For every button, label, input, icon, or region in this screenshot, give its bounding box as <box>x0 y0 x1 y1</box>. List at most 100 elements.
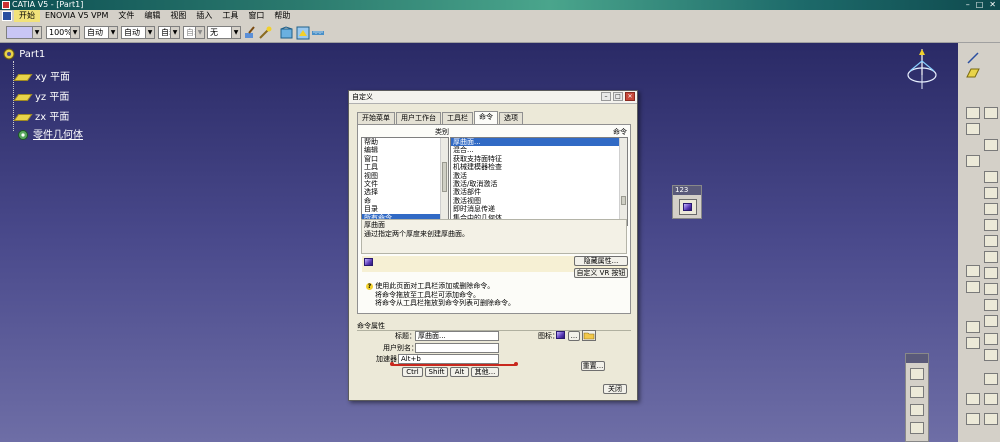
hide-properties-button[interactable]: 隐藏属性... <box>574 256 628 266</box>
layer-select[interactable]: 自动 ▼ <box>158 26 180 39</box>
thread-icon[interactable] <box>984 299 998 311</box>
shaft-icon[interactable] <box>984 139 998 151</box>
list-item[interactable]: 视图 <box>362 172 448 180</box>
categories-scrollbar[interactable] <box>440 138 448 225</box>
menu-start[interactable]: 开始 <box>14 10 40 22</box>
stiffener-icon[interactable] <box>984 219 998 231</box>
tool-button-2[interactable] <box>910 386 924 398</box>
maximize-button[interactable]: □ <box>976 0 984 10</box>
linetype-select[interactable]: 自动 ▼ <box>84 26 118 39</box>
shift-button[interactable]: Shift <box>425 367 448 377</box>
dialog-minimize-button[interactable]: – <box>601 92 611 101</box>
list-item[interactable]: 目录 <box>362 205 448 213</box>
menu-insert[interactable]: 插入 <box>191 10 217 22</box>
list-item[interactable]: 获取支持面特征 <box>451 155 627 163</box>
tab-toolbars[interactable]: 工具栏 <box>442 112 473 124</box>
measure-icon[interactable] <box>311 26 325 40</box>
pad-icon[interactable] <box>984 107 998 119</box>
list-item[interactable]: 选择 <box>362 188 448 196</box>
zoom-select[interactable]: 100% ▼ <box>46 26 80 39</box>
tab-options[interactable]: 选项 <box>499 112 523 124</box>
list-item[interactable]: 工具 <box>362 163 448 171</box>
paint-brush-icon[interactable] <box>243 26 257 40</box>
tab-commands[interactable]: 命令 <box>474 111 498 124</box>
floating-toolbar[interactable] <box>905 353 929 442</box>
document-icon[interactable] <box>2 11 12 21</box>
menu-view[interactable]: 视图 <box>165 10 191 22</box>
menu-edit[interactable]: 编辑 <box>139 10 165 22</box>
title-field[interactable]: 厚曲面... <box>415 331 499 341</box>
menu-tools[interactable]: 工具 <box>217 10 243 22</box>
menu-enovia[interactable]: ENOVIA V5 VPM <box>40 10 113 22</box>
open-folder-button[interactable] <box>582 330 596 341</box>
commands-list[interactable]: 厚曲面... 混合... 获取支持面特征 机械建模器检查 激活 激活/取消激活 … <box>450 137 628 226</box>
ctrl-button[interactable]: Ctrl <box>402 367 423 377</box>
lineweight-select[interactable]: 自动 ▼ <box>121 26 155 39</box>
rib-icon[interactable] <box>984 187 998 199</box>
pattern-icon[interactable] <box>984 393 998 405</box>
mini-toolbar[interactable]: 123 <box>672 185 702 219</box>
dialog-close-icon[interactable]: ✕ <box>625 92 635 101</box>
other-key-button[interactable]: 其他... <box>471 367 499 377</box>
translate-icon[interactable] <box>984 349 998 361</box>
tree-item-part-body[interactable]: 零件几何体 <box>16 126 83 142</box>
draft-icon[interactable] <box>984 267 998 279</box>
tool-button-4[interactable] <box>910 422 924 434</box>
split-icon[interactable] <box>966 321 980 333</box>
mirror-icon[interactable] <box>966 393 980 405</box>
tree-item-yz-plane[interactable]: yz 平面 <box>13 88 69 103</box>
shell-icon[interactable] <box>966 281 980 293</box>
menu-file[interactable]: 文件 <box>113 10 139 22</box>
groove-icon[interactable] <box>966 155 980 167</box>
color-select[interactable]: ▼ <box>6 26 42 39</box>
close-surface-icon[interactable] <box>966 337 980 349</box>
chamfer-icon[interactable] <box>966 265 980 277</box>
none-select[interactable]: 无 ▼ <box>207 26 241 39</box>
fillet-icon[interactable] <box>984 251 998 263</box>
sew-surface-icon[interactable] <box>984 333 998 345</box>
close-button[interactable]: 关闭 <box>603 384 627 394</box>
sketch-plane-icon[interactable] <box>280 26 294 40</box>
thickness-icon[interactable] <box>984 283 998 295</box>
shaded-view-icon[interactable] <box>296 26 310 40</box>
scrollbar-thumb[interactable] <box>621 196 626 205</box>
slot-icon[interactable] <box>984 203 998 215</box>
dialog-maximize-button[interactable]: □ <box>613 92 623 101</box>
scale-icon[interactable] <box>966 413 980 425</box>
close-window-button[interactable]: ✕ <box>989 0 996 10</box>
tree-item-xy-plane[interactable]: xy 平面 <box>13 68 70 83</box>
commands-scrollbar[interactable] <box>619 138 627 225</box>
browse-icon-button[interactable]: ... <box>568 331 580 341</box>
plane-tool-icon[interactable] <box>966 67 980 79</box>
accelerator-field[interactable]: Alt+b <box>398 354 499 364</box>
tree-item-zx-plane[interactable]: zx 平面 <box>13 108 69 123</box>
style-select[interactable]: 自动 ▼ <box>183 26 205 39</box>
list-item-selected[interactable]: 厚曲面... <box>451 138 627 147</box>
thick-surface-tool-button[interactable] <box>679 199 697 215</box>
list-item[interactable]: 混合... <box>451 146 627 154</box>
tab-start-menu[interactable]: 开始菜单 <box>357 112 395 124</box>
tab-user-workbench[interactable]: 用户工作台 <box>396 112 441 124</box>
pocket-icon[interactable] <box>966 123 980 135</box>
tool-button-3[interactable] <box>910 404 924 416</box>
list-item[interactable]: 激活视图 <box>451 197 627 205</box>
alt-button[interactable]: Alt <box>450 367 469 377</box>
list-item[interactable]: 编辑 <box>362 146 448 154</box>
magic-wand-icon[interactable] <box>258 26 272 40</box>
customize-vr-button[interactable]: 自定义 VR 按钮 <box>574 268 628 278</box>
line-icon[interactable] <box>966 51 980 65</box>
list-item[interactable]: 即时消息传递 <box>451 205 627 213</box>
compass-icon[interactable] <box>904 47 940 91</box>
hole-icon[interactable] <box>984 171 998 183</box>
rotate-icon[interactable] <box>984 373 998 385</box>
list-item[interactable]: 命 <box>362 197 448 205</box>
menu-help[interactable]: 帮助 <box>269 10 295 22</box>
loft-icon[interactable] <box>984 235 998 247</box>
thick-surface-icon[interactable] <box>984 315 998 327</box>
reset-button[interactable]: 重置... <box>581 361 605 371</box>
scrollbar-thumb[interactable] <box>442 162 447 192</box>
tool-button-1[interactable] <box>910 368 924 380</box>
categories-list[interactable]: 帮助 编辑 窗口 工具 视图 文件 选择 命 目录 所有命令 <box>361 137 449 226</box>
tree-root[interactable]: Part1 <box>2 47 45 61</box>
list-item[interactable]: 窗口 <box>362 155 448 163</box>
